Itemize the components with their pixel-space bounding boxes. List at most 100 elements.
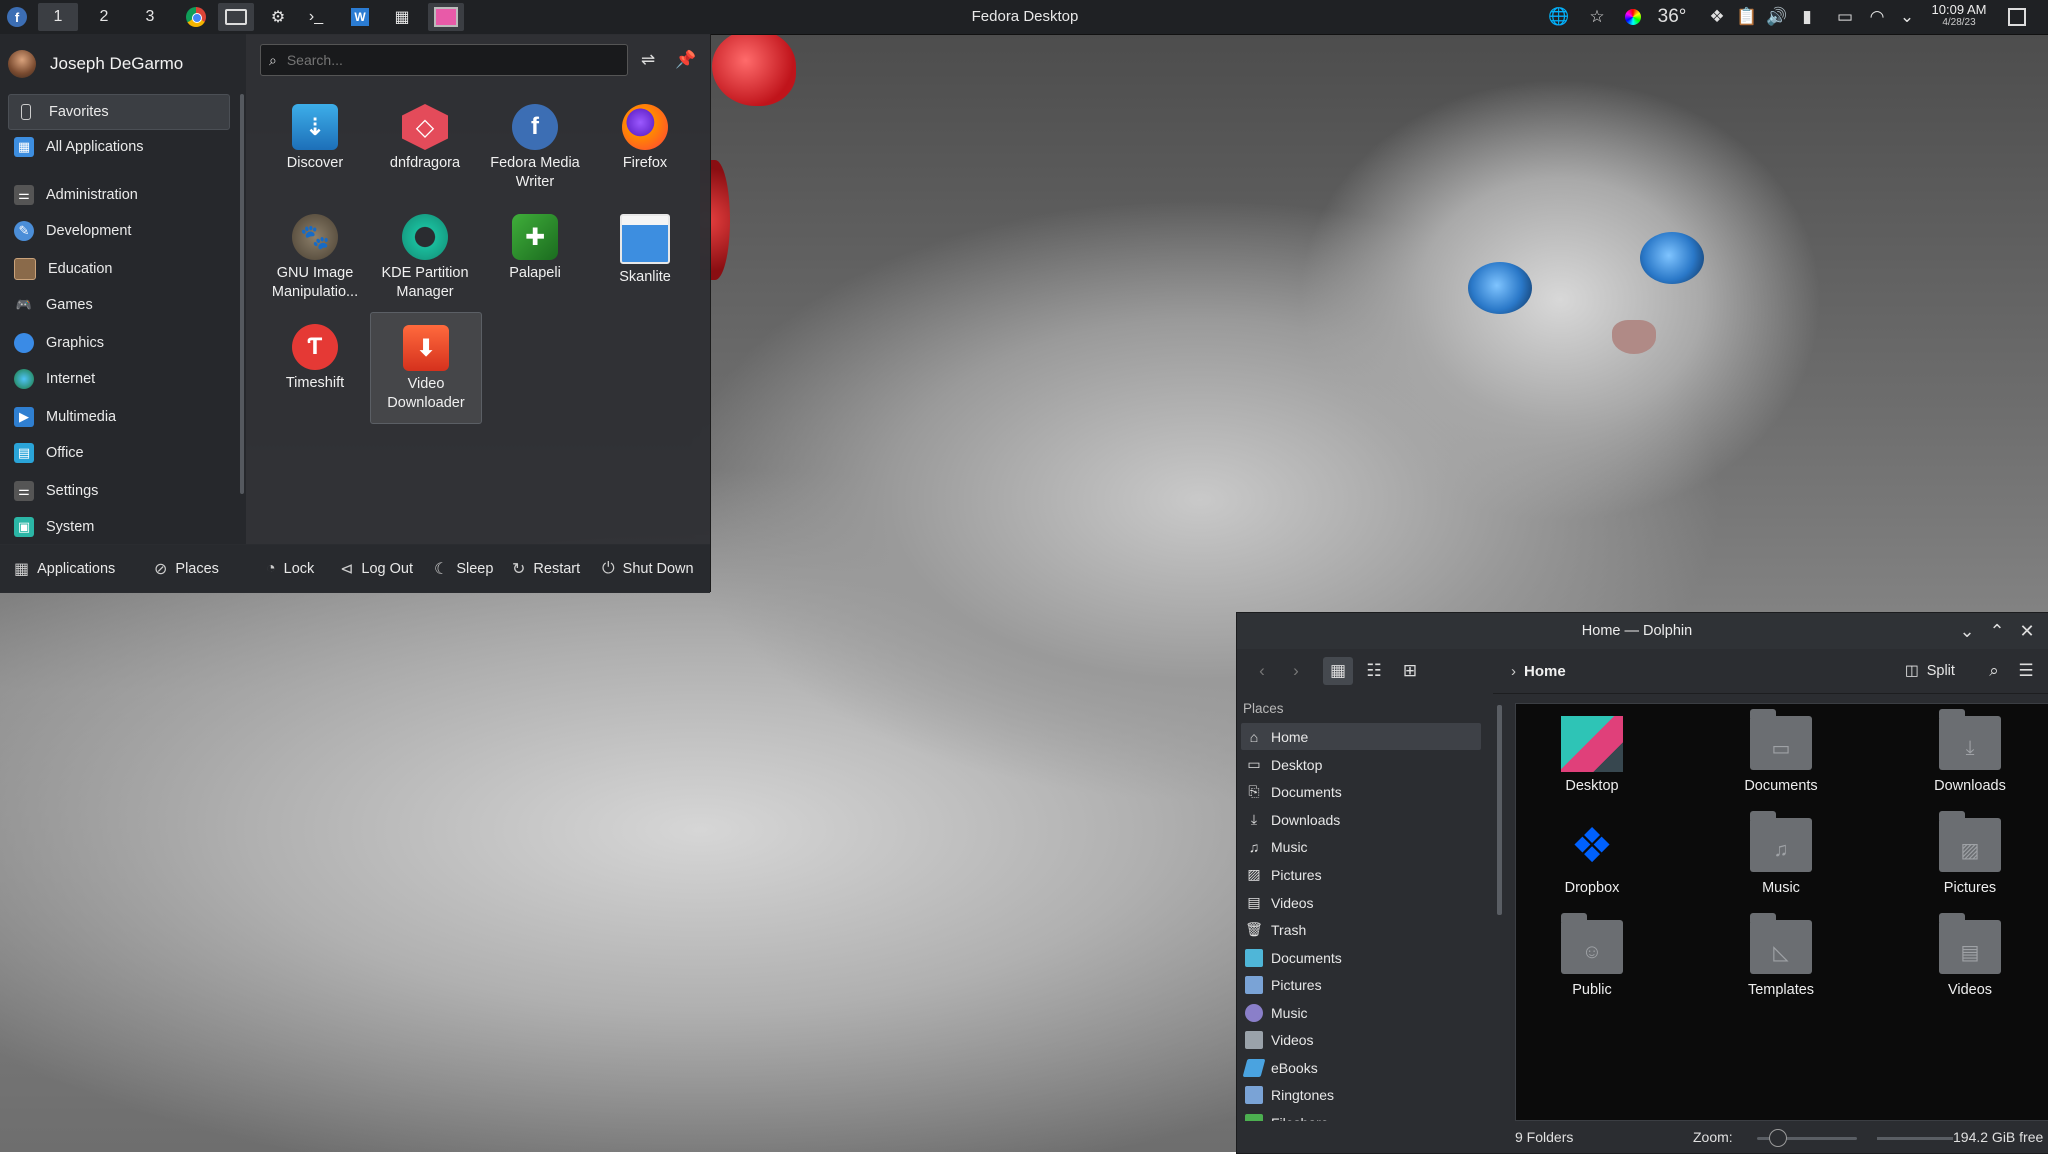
category-favorites[interactable]: Favorites	[8, 94, 230, 130]
menu-button[interactable]: ☰	[2011, 657, 2041, 685]
maximize-icon[interactable]: ⌃	[1985, 619, 2009, 643]
app-skanlite[interactable]: Skanlite	[590, 202, 700, 312]
weather-app-icon[interactable]: 🌐	[1546, 4, 1572, 30]
close-icon[interactable]: ✕	[2015, 619, 2039, 643]
places-tab[interactable]: ⊘ Places	[154, 557, 219, 581]
category-settings[interactable]: ⚌ Settings	[8, 474, 228, 508]
app-video-downloader[interactable]: ⬇ Video Downloader	[370, 312, 482, 424]
color-picker-icon[interactable]	[1620, 4, 1646, 30]
app-dnfdragora[interactable]: ◇ dnfdragora	[370, 92, 480, 202]
file-item-music[interactable]: ♫ Music	[1721, 810, 1841, 908]
zoom-slider-handle[interactable]	[1769, 1129, 1787, 1147]
display-icon[interactable]: ▭	[1832, 4, 1858, 30]
shutdown-button[interactable]: ⏻ Shut Down	[602, 557, 694, 581]
word-processor-task-icon[interactable]: W	[346, 3, 374, 31]
restart-button[interactable]: ↻ Restart	[512, 557, 580, 581]
places-item-documents[interactable]: ⎘ Documents	[1241, 778, 1481, 805]
category-internet[interactable]: Internet	[8, 362, 228, 396]
workspace-1[interactable]: 1	[38, 3, 78, 31]
terminal-task-icon[interactable]: ›_	[302, 3, 330, 31]
forward-button[interactable]: ›	[1281, 657, 1311, 685]
logout-button[interactable]: ⊲ Log Out	[340, 557, 413, 581]
app-fedora-media-writer[interactable]: f Fedora Media Writer	[480, 92, 590, 202]
dropbox-tray-icon[interactable]: ❖	[1704, 4, 1730, 30]
app-firefox[interactable]: Firefox	[590, 92, 700, 202]
app-kde-partition-manager[interactable]: KDE Partition Manager	[370, 202, 480, 312]
clipboard-icon[interactable]: 📋	[1734, 4, 1760, 30]
places-item-home[interactable]: ⌂ Home	[1241, 723, 1481, 750]
weather-temperature[interactable]: 36°	[1650, 4, 1694, 30]
window-titlebar[interactable]: Home — Dolphin ⌄ ⌃ ✕	[1237, 613, 2048, 649]
split-button[interactable]: ◫ Split	[1905, 659, 1955, 683]
configure-icon[interactable]: ⇌	[636, 48, 660, 72]
settings-task-icon[interactable]: ⚙	[264, 3, 292, 31]
search-box[interactable]: ⌕	[260, 44, 628, 76]
workspace-3[interactable]: 3	[130, 3, 170, 31]
icons-view-button[interactable]: ▦	[1323, 657, 1353, 685]
star-icon[interactable]: ☆	[1584, 4, 1610, 30]
breadcrumb[interactable]: › Home	[1511, 659, 1566, 683]
file-item-public[interactable]: ☺ Public	[1532, 912, 1652, 1010]
application-launcher-button[interactable]: f	[4, 3, 30, 31]
app-gimp[interactable]: 🐾 GNU Image Manipulatio...	[260, 202, 370, 312]
lock-button[interactable]: ◔ Lock	[266, 557, 314, 581]
file-item-dropbox[interactable]: ❖ Dropbox	[1532, 810, 1652, 908]
volume-icon[interactable]: 🔊	[1764, 4, 1790, 30]
category-administration[interactable]: ⚌ Administration	[8, 178, 228, 212]
usb-device-icon[interactable]: ▮	[1794, 4, 1820, 30]
category-system[interactable]: ▣ System	[8, 510, 228, 544]
category-multimedia[interactable]: ▶ Multimedia	[8, 400, 228, 434]
places-item-network-music[interactable]: Music	[1241, 999, 1481, 1026]
places-item-network-documents[interactable]: Documents	[1241, 944, 1481, 971]
places-item-pictures[interactable]: ▨ Pictures	[1241, 861, 1481, 888]
places-item-network-pictures[interactable]: Pictures	[1241, 971, 1481, 998]
compact-view-button[interactable]: ☷	[1359, 657, 1389, 685]
file-item-downloads[interactable]: ⤓ Downloads	[1910, 708, 2030, 806]
sleep-button[interactable]: ☾ Sleep	[434, 557, 493, 581]
pin-icon[interactable]: 📌	[674, 48, 698, 72]
wifi-icon[interactable]: ◠	[1864, 4, 1890, 30]
category-office[interactable]: ▤ Office	[8, 436, 228, 470]
back-button[interactable]: ‹	[1247, 657, 1277, 685]
workspace-2[interactable]: 2	[84, 3, 124, 31]
places-item-ringtones[interactable]: Ringtones	[1241, 1081, 1481, 1108]
dolphin-task-icon[interactable]	[428, 3, 464, 31]
places-item-trash[interactable]: 🗑 Trash	[1241, 916, 1481, 943]
file-item-documents[interactable]: ▭ Documents	[1721, 708, 1841, 806]
show-desktop-icon[interactable]	[2004, 4, 2030, 30]
launcher-task-icon[interactable]	[218, 3, 254, 31]
file-view[interactable]: Desktop ▭ Documents ⤓ Downloads ❖ Dropbo…	[1515, 703, 2048, 1121]
category-graphics[interactable]: Graphics	[8, 326, 228, 360]
places-scrollbar[interactable]	[1497, 705, 1502, 915]
file-item-pictures[interactable]: ▨ Pictures	[1910, 810, 2030, 908]
chevron-up-icon[interactable]: ⌄	[1894, 4, 1920, 30]
breadcrumb-home[interactable]: Home	[1524, 663, 1566, 680]
category-education[interactable]: Education	[8, 252, 228, 286]
user-header[interactable]: Joseph DeGarmo	[8, 42, 183, 86]
places-item-music[interactable]: ♫ Music	[1241, 833, 1481, 860]
applications-tab[interactable]: ▦ Applications	[14, 557, 115, 581]
calculator-task-icon[interactable]: ▦	[388, 3, 416, 31]
file-item-templates[interactable]: ◺ Templates	[1721, 912, 1841, 1010]
category-games[interactable]: 🎮 Games	[8, 288, 228, 322]
places-item-desktop[interactable]: ▭ Desktop	[1241, 751, 1481, 778]
details-view-button[interactable]: ⊞	[1395, 657, 1425, 685]
app-palapeli[interactable]: ✚ Palapeli	[480, 202, 590, 312]
search-input[interactable]	[284, 51, 609, 69]
clock[interactable]: 10:09 AM 4/28/23	[1924, 3, 1994, 31]
file-item-videos[interactable]: ▤ Videos	[1910, 912, 2030, 1010]
search-button[interactable]: ⌕	[1979, 657, 2009, 685]
chrome-task-icon[interactable]	[182, 3, 210, 31]
category-all-applications[interactable]: ▦ All Applications	[8, 130, 228, 164]
app-timeshift[interactable]: Ƭ Timeshift	[260, 312, 370, 422]
minimize-icon[interactable]: ⌄	[1955, 619, 1979, 643]
sleep-icon: ☾	[434, 561, 449, 578]
places-item-videos[interactable]: ▤ Videos	[1241, 889, 1481, 916]
places-item-network-videos[interactable]: Videos	[1241, 1026, 1481, 1053]
category-scrollbar[interactable]	[240, 94, 244, 494]
category-development[interactable]: ✎ Development	[8, 214, 228, 248]
app-discover[interactable]: ⇣ Discover	[260, 92, 370, 202]
places-item-downloads[interactable]: ⤓ Downloads	[1241, 806, 1481, 833]
file-item-desktop[interactable]: Desktop	[1532, 708, 1652, 806]
places-item-ebooks[interactable]: eBooks	[1241, 1054, 1481, 1081]
